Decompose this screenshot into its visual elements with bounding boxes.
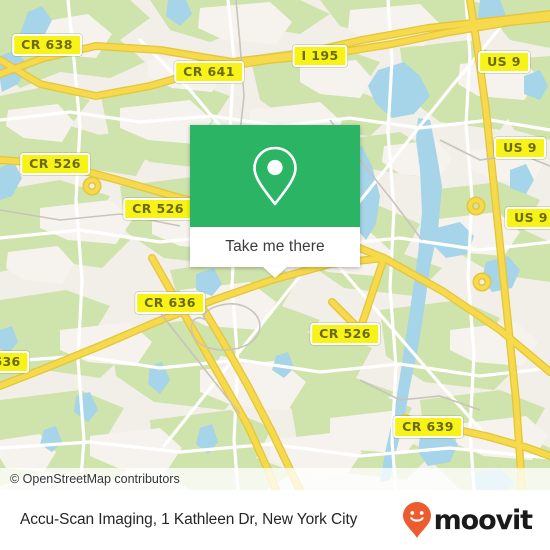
popup-pointer-tail xyxy=(263,267,287,278)
location-pin-icon xyxy=(253,146,297,206)
popup-action-row[interactable]: Take me there xyxy=(190,227,360,267)
address-label: Accu-Scan Imaging, 1 Kathleen Dr, New Yo… xyxy=(20,511,358,528)
road-shield: CR 636 xyxy=(135,291,205,315)
road-shield: CR 641 xyxy=(174,60,244,84)
road-shield: CR 639 xyxy=(393,415,463,439)
moovit-smiley-pin-icon xyxy=(402,502,431,538)
take-me-there-label: Take me there xyxy=(225,238,325,255)
road-shield: 636 xyxy=(0,350,30,374)
road-shield: I 195 xyxy=(292,44,348,68)
road-shield: US 9 xyxy=(478,50,530,74)
bottom-info-bar: Accu-Scan Imaging, 1 Kathleen Dr, New Yo… xyxy=(0,490,550,550)
moovit-wordmark: moovit xyxy=(433,504,534,536)
map-canvas[interactable]: CR 638 CR 641 I 195 US 9 CR 526 US 9 CR … xyxy=(0,0,550,490)
road-shield: CR 638 xyxy=(12,33,82,57)
road-shield: US 9 xyxy=(505,206,550,230)
location-popup-card[interactable]: Take me there xyxy=(190,125,360,278)
attribution-text[interactable]: © OpenStreetMap contributors xyxy=(0,472,180,486)
popup-image-panel xyxy=(190,125,360,227)
road-shield: CR 526 xyxy=(20,152,90,176)
road-shield: US 9 xyxy=(494,136,546,160)
road-shield: CR 526 xyxy=(310,322,380,346)
road-shield: CR 526 xyxy=(123,197,193,221)
moovit-logo[interactable]: moovit xyxy=(402,501,534,539)
map-attribution-bar: © OpenStreetMap contributors xyxy=(0,468,550,490)
map-page: CR 638 CR 641 I 195 US 9 CR 526 US 9 CR … xyxy=(0,0,550,550)
